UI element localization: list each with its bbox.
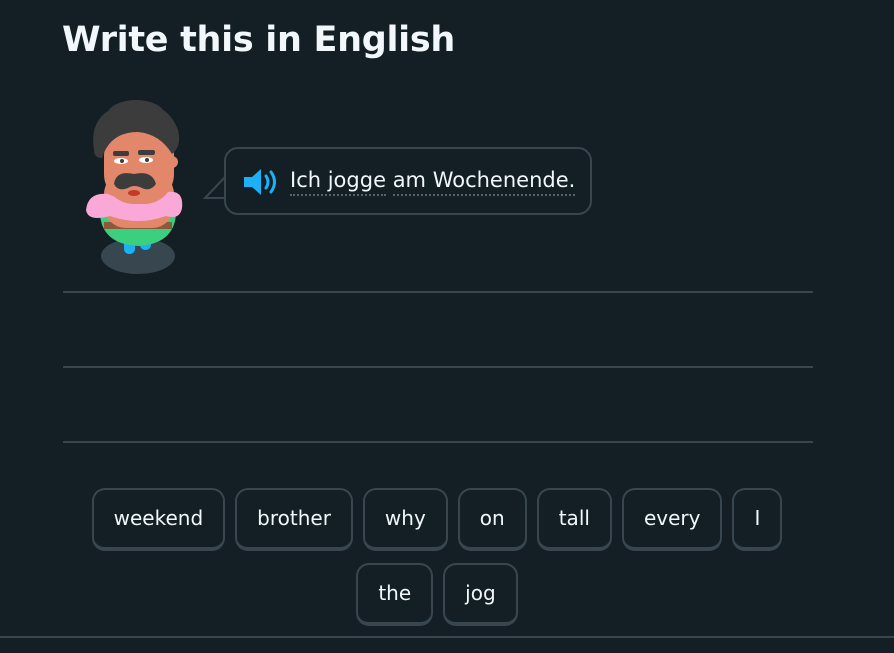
answer-line <box>63 291 813 293</box>
prompt-sentence: Ich jogge am Wochenende. <box>290 168 576 196</box>
word-chip-the[interactable]: the <box>356 563 434 626</box>
word-chip-brother[interactable]: brother <box>235 488 353 551</box>
word-chip-jog[interactable]: jog <box>443 563 518 626</box>
answer-line <box>63 366 813 368</box>
exercise-page: Write this in English Ich jogge am Woche… <box>0 0 894 653</box>
character-avatar <box>86 100 183 274</box>
word-bank-row: weekend brother why on tall every I <box>40 488 834 551</box>
prompt-word[interactable]: Ich jogge <box>290 168 386 196</box>
word-chip-every[interactable]: every <box>621 488 723 551</box>
speaker-icon[interactable] <box>242 167 280 197</box>
word-chip-weekend[interactable]: weekend <box>91 488 226 551</box>
word-chip-i[interactable]: I <box>732 488 783 551</box>
speech-bubble: Ich jogge am Wochenende. <box>224 147 592 215</box>
prompt-word[interactable]: am Wochenende. <box>392 168 576 196</box>
footer-divider <box>0 636 894 638</box>
page-title: Write this in English <box>62 20 455 60</box>
answer-line <box>63 441 813 443</box>
word-bank: weekend brother why on tall every I the … <box>40 488 834 638</box>
word-chip-on[interactable]: on <box>457 488 527 551</box>
word-chip-tall[interactable]: tall <box>536 488 612 551</box>
word-chip-why[interactable]: why <box>362 488 448 551</box>
word-bank-row: the jog <box>40 563 834 626</box>
